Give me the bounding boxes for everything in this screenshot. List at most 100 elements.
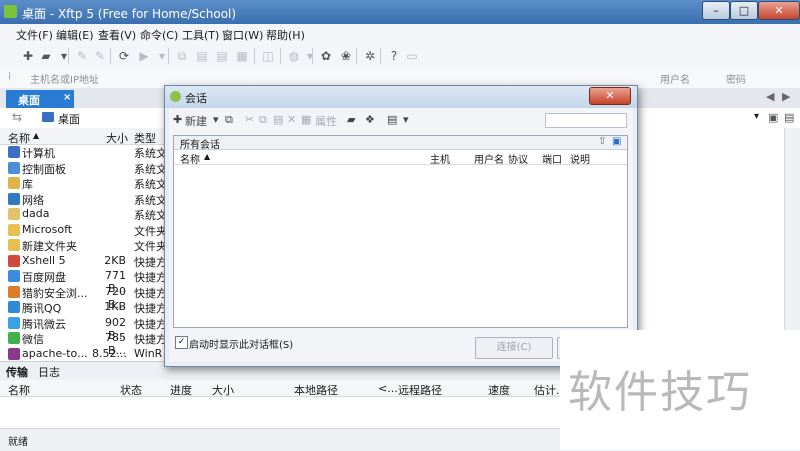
globe-icon[interactable]: ◍: [286, 48, 302, 64]
current-path[interactable]: 桌面: [58, 111, 80, 127]
path-dropdown-icon[interactable]: ▾: [754, 111, 759, 122]
tab-next-icon[interactable]: ▶: [782, 90, 790, 103]
scol-name[interactable]: 名称: [180, 151, 200, 166]
folder-icon[interactable]: ▰: [347, 113, 355, 126]
back-forward-icon[interactable]: ⇆: [12, 110, 22, 124]
tcol-size[interactable]: 大小: [212, 382, 234, 398]
menu-help[interactable]: 帮助(H): [266, 27, 305, 43]
xshell-icon[interactable]: ✿: [318, 48, 334, 64]
folder-up-icon[interactable]: ▣: [768, 111, 778, 124]
scol-protocol[interactable]: 协议: [508, 151, 528, 166]
new-session-button[interactable]: 新建: [185, 113, 207, 129]
menu-file[interactable]: 文件(F): [16, 27, 53, 43]
dropdown-icon[interactable]: ▾: [302, 48, 318, 64]
col-name[interactable]: 名称: [8, 130, 30, 146]
scol-host[interactable]: 主机: [430, 151, 450, 166]
scol-port[interactable]: 端口: [542, 151, 562, 166]
folder-up-icon[interactable]: ⇧: [598, 136, 606, 147]
file-row[interactable]: 微信 785 B... 快捷方: [0, 331, 167, 357]
tcol-progress[interactable]: 进度: [170, 382, 192, 398]
file-row[interactable]: 计算机 系统文: [0, 145, 167, 160]
copy-icon[interactable]: ⧉: [259, 113, 267, 127]
host-input[interactable]: 主机名或IP地址: [30, 71, 99, 86]
file-row[interactable]: 新建文件夹 文件夹: [0, 238, 167, 253]
file-type: 系统文: [134, 178, 167, 191]
tcol-local-path[interactable]: 本地路径: [294, 382, 338, 398]
tcol-remote-path[interactable]: 远程路径: [398, 382, 442, 398]
tcol-speed[interactable]: 速度: [488, 382, 510, 398]
dropdown-icon[interactable]: ▾: [56, 48, 72, 64]
file-icon[interactable]: ▤: [194, 48, 210, 64]
file-icon: [8, 192, 20, 205]
properties-button[interactable]: 属性: [315, 113, 337, 129]
play-icon[interactable]: ▶: [136, 48, 152, 64]
tab-prev-icon[interactable]: ◀: [766, 90, 774, 103]
view-icon[interactable]: ▤: [784, 111, 794, 124]
file-row[interactable]: 猎豹安全浏... 720 B... 快捷方: [0, 285, 167, 311]
col-type[interactable]: 类型: [134, 130, 156, 146]
tab-transfer[interactable]: 传输: [6, 364, 28, 380]
cut-icon[interactable]: ✂: [245, 113, 254, 126]
file-row[interactable]: 控制面板 系统文: [0, 161, 167, 176]
new-session-icon[interactable]: ✚: [20, 48, 36, 64]
tab-close-icon[interactable]: ×: [63, 92, 71, 103]
tcol-status[interactable]: 状态: [120, 382, 142, 398]
col-size[interactable]: 大小: [106, 130, 128, 146]
xftp-icon[interactable]: ❀: [338, 48, 354, 64]
delete-icon[interactable]: ✕: [287, 113, 296, 126]
edit-icon[interactable]: ✎: [92, 48, 108, 64]
copy-icon[interactable]: ⧉: [174, 48, 190, 64]
tcol-name[interactable]: 名称: [8, 382, 30, 398]
file-icon[interactable]: ▤: [214, 48, 230, 64]
file-row[interactable]: 百度网盘 771 B... 快捷方: [0, 269, 167, 295]
refresh-icon[interactable]: ⟳: [116, 48, 132, 64]
file-row[interactable]: 网络 系统文: [0, 192, 167, 207]
scol-user[interactable]: 用户名: [474, 151, 504, 166]
disconnect-icon[interactable]: ✎: [74, 48, 90, 64]
new-folder-icon[interactable]: ▣: [612, 136, 621, 147]
message-icon[interactable]: ▭: [404, 48, 420, 64]
file-list-scrollbar[interactable]: [784, 128, 800, 360]
new-dropdown-icon[interactable]: ▾: [213, 113, 219, 126]
gear-icon[interactable]: ✲: [362, 48, 378, 64]
menu-window[interactable]: 窗口(W): [222, 27, 263, 43]
minimize-button[interactable]: –: [702, 1, 730, 20]
connect-icon[interactable]: ❖: [365, 113, 375, 126]
connect-button[interactable]: 连接(C): [475, 337, 553, 359]
file-row[interactable]: Xshell 5 2KB 快捷方: [0, 254, 167, 269]
menu-tools[interactable]: 工具(T): [182, 27, 219, 43]
file-row[interactable]: 腾讯微云 902 B... 快捷方: [0, 316, 167, 342]
file-row[interactable]: 库 系统文: [0, 176, 167, 191]
properties-icon[interactable]: ▦: [301, 113, 311, 126]
properties-icon[interactable]: ▦: [234, 48, 250, 64]
username-field[interactable]: 用户名: [660, 71, 690, 86]
tab-log[interactable]: 日志: [38, 364, 60, 380]
scol-description[interactable]: 说明: [570, 151, 590, 166]
split-icon[interactable]: ◫: [260, 48, 276, 64]
show-on-startup-checkbox[interactable]: ✓: [175, 336, 188, 349]
close-button[interactable]: ✕: [758, 1, 800, 20]
copy-session-icon[interactable]: ⧉: [225, 113, 233, 127]
password-field[interactable]: 密码: [726, 71, 746, 86]
view-dropdown-icon[interactable]: ▾: [403, 113, 409, 126]
file-row[interactable]: dada 系统文: [0, 207, 167, 222]
view-icon[interactable]: ▤: [387, 113, 397, 126]
toolbar-divider: [380, 48, 381, 64]
menu-command[interactable]: 命令(C): [140, 27, 178, 43]
menu-view[interactable]: 查看(V): [98, 27, 136, 43]
menu-edit[interactable]: 编辑(E): [56, 27, 94, 43]
file-row[interactable]: Microsoft 文件夹: [0, 223, 167, 238]
file-row[interactable]: 腾讯QQ 1KB 快捷方: [0, 300, 167, 315]
maximize-button[interactable]: □: [730, 1, 758, 20]
tab-desktop[interactable]: 桌面 ×: [6, 90, 74, 108]
session-search-input[interactable]: [545, 113, 627, 128]
file-size: 1KB: [104, 300, 126, 313]
file-type: 文件夹: [134, 240, 167, 253]
new-session-icon[interactable]: ✚: [173, 113, 182, 126]
dialog-close-button[interactable]: ✕: [589, 87, 631, 105]
paste-icon[interactable]: ▤: [273, 113, 283, 126]
help-icon[interactable]: ?: [386, 48, 402, 64]
file-row[interactable]: apache-to... 8.52... WinR: [0, 347, 165, 362]
tcol-direction[interactable]: <...: [378, 382, 398, 395]
open-folder-icon[interactable]: ▰: [38, 48, 54, 64]
